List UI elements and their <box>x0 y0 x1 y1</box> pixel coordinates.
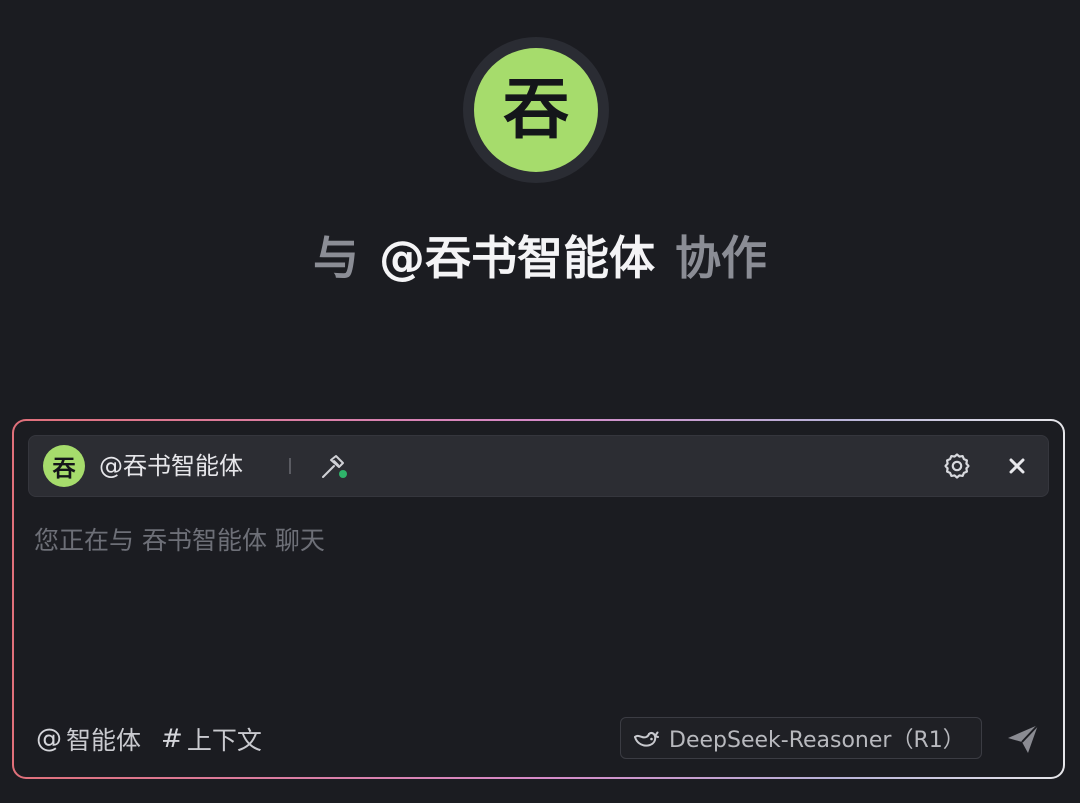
message-input[interactable] <box>34 521 1034 701</box>
chat-page: 吞 与 @吞书智能体 协作 吞 @吞书智能体 您正在与 吞书智能体 聊天 @ 智… <box>0 0 1080 803</box>
model-name: DeepSeek-Reasoner（R1） <box>669 728 965 753</box>
deepseek-whale-icon <box>634 731 659 747</box>
hammer-icon[interactable] <box>319 453 349 481</box>
add-context-button[interactable]: # 上下文 <box>161 721 262 757</box>
mention-agent-label: 智能体 <box>66 726 142 755</box>
model-selector[interactable]: DeepSeek-Reasoner（R1） <box>620 717 982 759</box>
send-icon[interactable] <box>1006 723 1040 755</box>
collaboration-headline: 与 @吞书智能体 协作 <box>0 226 1080 290</box>
gear-icon[interactable] <box>943 452 971 480</box>
add-context-label: 上下文 <box>186 726 262 755</box>
agent-avatar: 吞 <box>43 445 85 487</box>
close-icon[interactable] <box>1005 454 1029 478</box>
hero-avatar: 吞 <box>474 48 598 172</box>
selected-agent-bar: 吞 @吞书智能体 <box>28 435 1049 497</box>
headline-agent-mention: @吞书智能体 <box>379 231 655 285</box>
agent-name[interactable]: @吞书智能体 <box>99 436 243 496</box>
hash-icon: # <box>161 724 183 754</box>
agent-bar-divider <box>289 458 291 474</box>
at-icon: @ <box>36 724 62 754</box>
chat-composer-frame: 吞 @吞书智能体 您正在与 吞书智能体 聊天 @ 智能体 # 上下文 DeepS… <box>12 419 1065 779</box>
composer-shortcuts: @ 智能体 # 上下文 <box>36 719 262 759</box>
headline-prefix: 与 <box>313 231 359 285</box>
chat-composer: 吞 @吞书智能体 您正在与 吞书智能体 聊天 @ 智能体 # 上下文 DeepS… <box>14 421 1063 777</box>
headline-suffix: 协作 <box>675 231 767 285</box>
mention-agent-button[interactable]: @ 智能体 <box>36 721 141 757</box>
hero-avatar-ring: 吞 <box>463 37 609 183</box>
